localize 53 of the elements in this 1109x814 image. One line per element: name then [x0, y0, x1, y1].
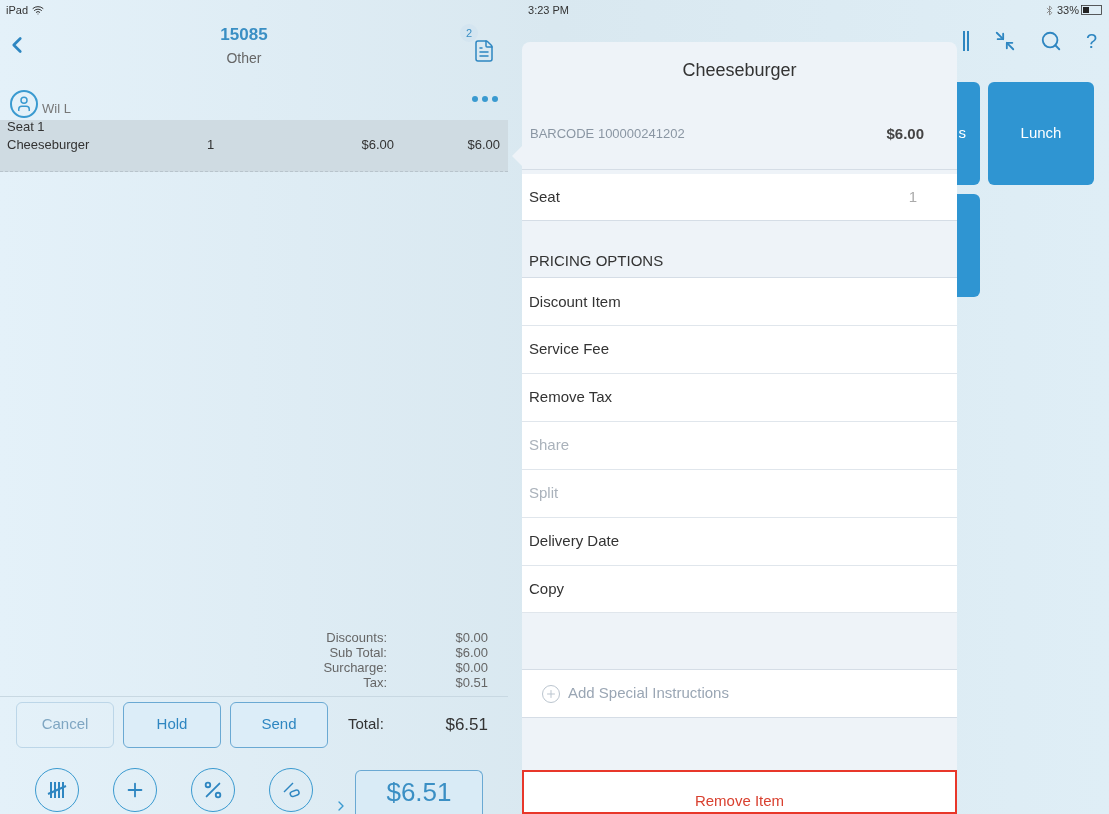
- hold-button[interactable]: Hold: [123, 701, 221, 748]
- seat-label: Seat 1: [7, 120, 46, 134]
- seat-value: 1: [908, 186, 917, 207]
- user-avatar-icon[interactable]: [10, 90, 38, 118]
- tally-icon: [47, 781, 67, 799]
- pricing-option[interactable]: Discount Item: [522, 278, 957, 327]
- pay-button[interactable]: $6.51: [355, 770, 483, 814]
- order-number: 15085: [220, 24, 268, 46]
- order-type: Other: [226, 48, 262, 68]
- order-item-row[interactable]: Seat 1 Cheeseburger 1 $6.00 $6.00: [0, 120, 508, 172]
- grand-total-label: Total:: [348, 714, 384, 735]
- search-icon[interactable]: [1039, 30, 1062, 52]
- special-instructions-row[interactable]: Add Special Instructions: [522, 669, 957, 719]
- resize-icon[interactable]: [993, 30, 1016, 52]
- server-name: Wil L: [42, 99, 71, 118]
- item-total: $6.00: [466, 136, 500, 155]
- device-name: iPad: [6, 2, 29, 18]
- item-name: Cheeseburger: [7, 136, 91, 155]
- grand-total-value: $6.51: [445, 713, 488, 736]
- special-instructions-label: Add Special Instructions: [568, 683, 729, 704]
- pricing-option[interactable]: Delivery Date: [522, 517, 957, 566]
- barcode-label: BARCODE 100000241202: [530, 125, 685, 144]
- total-label: Tax:: [362, 675, 387, 690]
- battery-percent: 33%: [1056, 2, 1079, 18]
- total-value: $6.00: [454, 645, 488, 660]
- more-icon[interactable]: [472, 96, 498, 102]
- battery-icon: [1081, 5, 1103, 15]
- total-label: Surcharge:: [322, 660, 387, 675]
- pricing-option[interactable]: Copy: [522, 565, 957, 614]
- percent-icon: [202, 779, 224, 801]
- item-quantity: 1: [207, 136, 216, 155]
- total-value: $0.51: [454, 675, 488, 690]
- popover-title: Cheeseburger: [681, 59, 798, 83]
- total-value: $0.00: [454, 660, 488, 675]
- document-icon[interactable]: [472, 38, 496, 64]
- total-label: Sub Total:: [328, 645, 387, 660]
- item-price: $6.00: [360, 136, 394, 155]
- item-price: $6.00: [886, 123, 924, 144]
- menu-tile[interactable]: Lunch: [988, 82, 1094, 185]
- remove-item-button[interactable]: Remove Item: [522, 769, 957, 814]
- seat-row[interactable]: Seat 1: [522, 173, 957, 222]
- wifi-icon: [32, 4, 45, 16]
- columns-icon[interactable]: [961, 30, 970, 52]
- pills-icon: [281, 780, 301, 800]
- pricing-option[interactable]: Remove Tax: [522, 374, 957, 422]
- seat-label: Seat: [529, 186, 560, 207]
- total-label: Discounts:: [325, 630, 387, 645]
- notification-badge: 2: [460, 24, 478, 42]
- send-button[interactable]: Send: [230, 701, 328, 748]
- status-time: 3:23 PM: [528, 2, 569, 18]
- total-value: $0.00: [454, 630, 488, 645]
- pricing-option[interactable]: Service Fee: [522, 326, 957, 375]
- help-button[interactable]: ?: [1085, 26, 1097, 56]
